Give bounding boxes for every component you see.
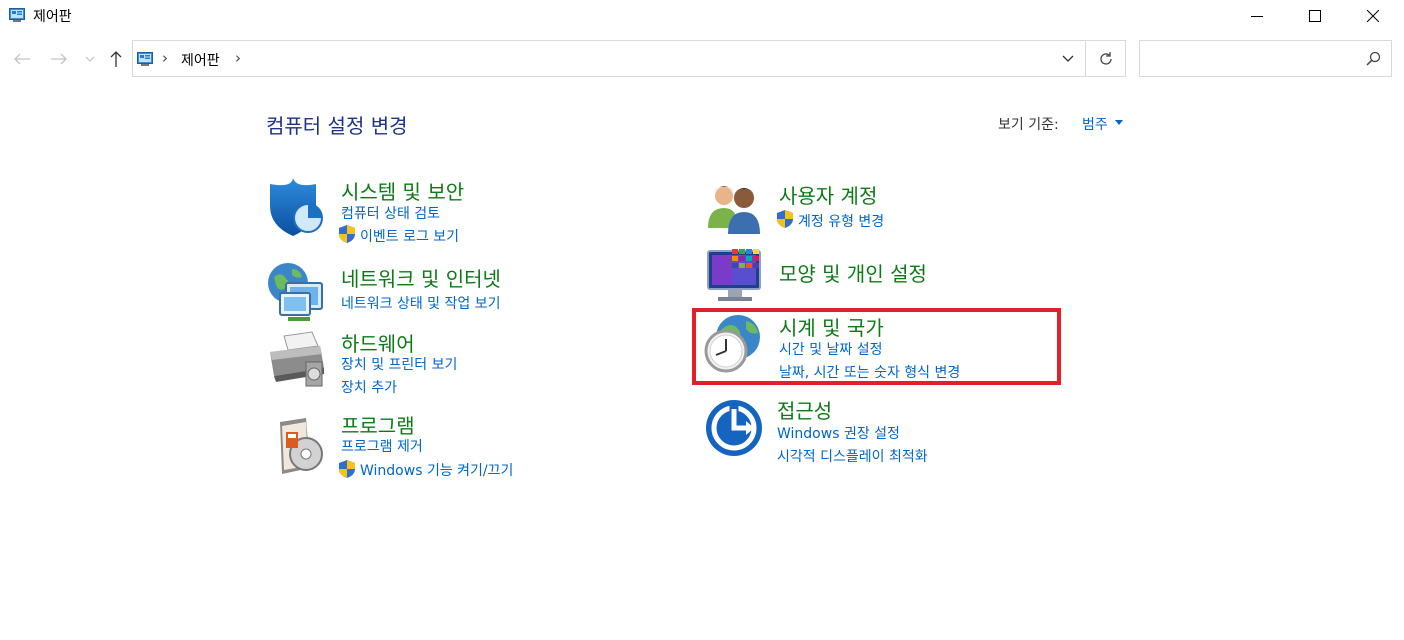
control-panel-icon <box>9 8 25 22</box>
category-title[interactable]: 네트워크 및 인터넷 <box>341 263 501 292</box>
search-icon <box>1366 51 1381 66</box>
uac-shield-icon <box>339 225 355 243</box>
uac-shield-icon <box>777 210 793 228</box>
system-security-shield-icon[interactable] <box>266 176 328 238</box>
title-bar: 제어판 <box>0 0 1404 32</box>
link-view-devices-printers[interactable]: 장치 및 프린터 보기 <box>341 354 457 374</box>
back-arrow-icon <box>14 53 30 65</box>
category-title[interactable]: 프로그램 <box>341 410 415 439</box>
breadcrumb-separator[interactable]: › <box>162 49 168 67</box>
maximize-button[interactable] <box>1286 0 1344 32</box>
forward-button[interactable] <box>48 48 70 70</box>
forward-arrow-icon <box>51 53 67 65</box>
category-title[interactable]: 모양 및 개인 설정 <box>779 258 927 287</box>
address-bar[interactable]: › 제어판 › <box>132 40 1126 77</box>
link-add-device[interactable]: 장치 추가 <box>341 377 397 397</box>
close-icon <box>1367 10 1379 22</box>
recent-locations-button[interactable] <box>80 48 100 70</box>
up-button[interactable] <box>105 48 127 70</box>
ease-of-access-icon[interactable] <box>704 397 766 459</box>
back-button[interactable] <box>11 48 33 70</box>
link-optimize-visual-display[interactable]: 시각적 디스플레이 최적화 <box>777 446 928 466</box>
link-turn-windows-features[interactable]: Windows 기능 켜기/끄기 <box>360 460 513 480</box>
breadcrumb-separator[interactable]: › <box>235 49 241 67</box>
category-title[interactable]: 시스템 및 보안 <box>341 176 464 205</box>
category-hardware: 하드웨어 장치 및 프린터 보기 장치 추가 <box>266 328 566 398</box>
uac-shield-icon <box>339 460 355 478</box>
programs-disc-icon[interactable] <box>266 416 328 478</box>
minimize-button[interactable] <box>1228 0 1286 32</box>
link-review-computer-status[interactable]: 컴퓨터 상태 검토 <box>341 203 440 223</box>
refresh-icon <box>1100 51 1112 65</box>
highlight-box <box>692 308 1061 385</box>
link-change-account-type[interactable]: 계정 유형 변경 <box>798 211 884 231</box>
minimize-icon <box>1251 16 1263 17</box>
category-title[interactable]: 접근성 <box>777 395 832 424</box>
control-panel-icon <box>137 52 153 66</box>
up-arrow-icon <box>110 51 122 67</box>
appearance-monitor-icon[interactable] <box>706 245 768 307</box>
link-view-event-logs[interactable]: 이벤트 로그 보기 <box>360 226 459 246</box>
refresh-button[interactable] <box>1085 41 1126 76</box>
window-title: 제어판 <box>33 9 72 25</box>
category-ease-of-access: 접근성 Windows 권장 설정 시각적 디스플레이 최적화 <box>704 395 1024 465</box>
category-title[interactable]: 하드웨어 <box>341 328 415 357</box>
category-programs: 프로그램 프로그램 제거 Windows 기능 켜기/끄기 <box>266 410 566 480</box>
category-appearance: 모양 및 개인 설정 <box>706 245 1006 307</box>
network-globe-icon[interactable] <box>266 261 328 323</box>
link-windows-recommended-settings[interactable]: Windows 권장 설정 <box>777 423 900 443</box>
chevron-down-icon <box>85 56 95 62</box>
chevron-down-icon <box>1062 55 1074 62</box>
category-network-internet: 네트워크 및 인터넷 네트워크 상태 및 작업 보기 <box>266 261 566 321</box>
maximize-icon <box>1309 10 1321 22</box>
category-system-security: 시스템 및 보안 컴퓨터 상태 검토 이벤트 로그 보기 <box>266 176 566 246</box>
category-title[interactable]: 사용자 계정 <box>779 180 877 209</box>
view-by-dropdown[interactable]: 범주 <box>1082 114 1108 134</box>
page-title: 컴퓨터 설정 변경 <box>266 114 408 138</box>
printer-icon[interactable] <box>266 328 328 390</box>
breadcrumb-control-panel[interactable]: 제어판 <box>181 50 220 70</box>
search-box[interactable] <box>1139 40 1392 77</box>
dropdown-arrow-icon[interactable] <box>1115 120 1123 125</box>
user-accounts-icon[interactable] <box>706 178 768 240</box>
category-user-accounts: 사용자 계정 계정 유형 변경 <box>706 178 1006 238</box>
link-view-network-status[interactable]: 네트워크 상태 및 작업 보기 <box>341 293 500 313</box>
view-by-label: 보기 기준: <box>998 117 1059 133</box>
close-button[interactable] <box>1344 0 1402 32</box>
link-uninstall-program[interactable]: 프로그램 제거 <box>341 436 423 456</box>
address-dropdown-button[interactable] <box>1053 41 1083 76</box>
